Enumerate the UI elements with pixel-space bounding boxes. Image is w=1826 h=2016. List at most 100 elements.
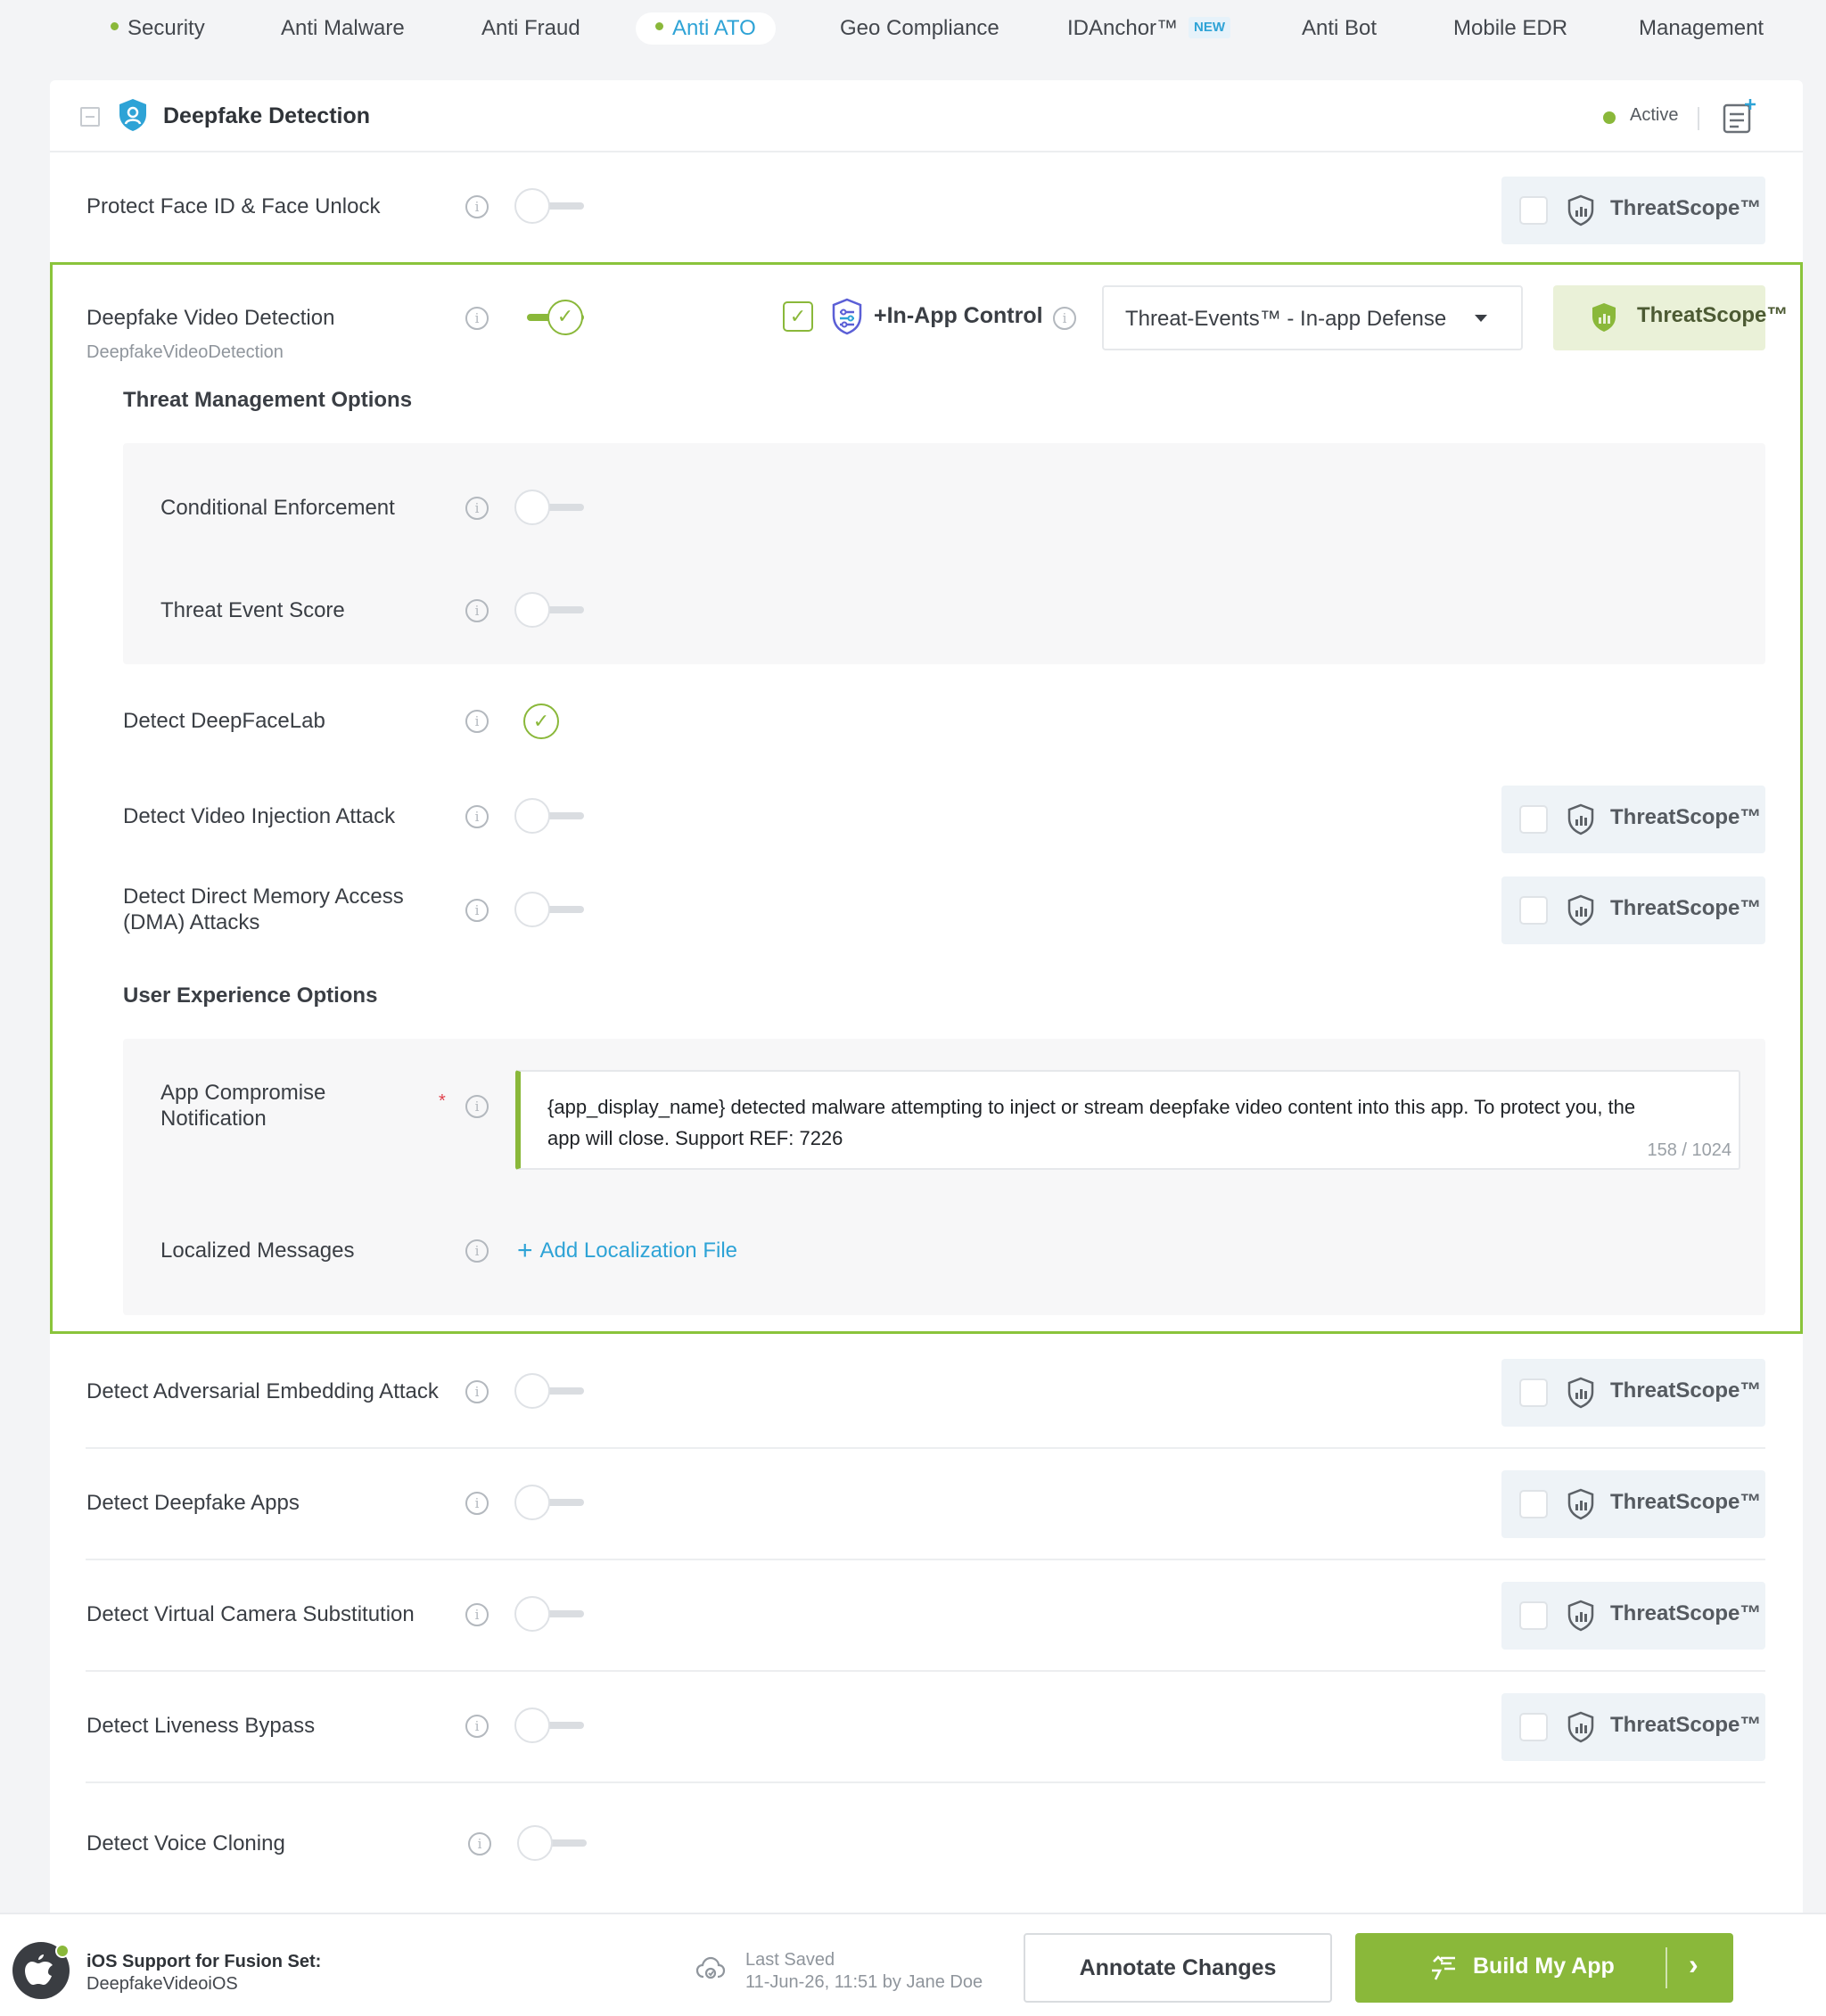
threatscope-shield-icon [1567,1711,1594,1743]
adversarial-label: Detect Adversarial Embedding Attack [86,1379,439,1403]
tab-mobile-edr[interactable]: Mobile EDR [1453,12,1567,45]
voice-cloning-toggle[interactable] [517,1825,587,1863]
info-icon[interactable]: i [465,1095,489,1118]
threatscope-checkbox[interactable] [1519,1490,1548,1518]
last-saved-value: 11-Jun-26, 11:51 by Jane Doe [745,1972,983,1992]
tab-management[interactable]: Management [1639,12,1764,45]
threatscope-label: ThreatScope™ [1610,896,1762,920]
chevron-right-icon[interactable]: › [1689,1948,1699,1981]
threatscope-checkbox[interactable] [1519,1713,1548,1741]
new-badge: NEW [1189,16,1231,38]
adversarial-toggle[interactable] [514,1373,584,1411]
info-icon[interactable]: i [468,1832,491,1856]
threatscope-video-detection[interactable]: ThreatScope™ [1553,285,1788,350]
threatscope-protect-face[interactable]: ThreatScope™ [1501,177,1765,244]
cloud-save-icon [695,1956,726,1979]
info-icon[interactable]: i [465,1380,489,1403]
add-note-icon[interactable] [1723,98,1756,136]
tab-anti-malware[interactable]: Anti Malware [281,12,405,45]
conditional-enforcement-label: Conditional Enforcement [160,496,395,520]
tab-anti-bot[interactable]: Anti Bot [1302,12,1377,45]
video-detection-toggle[interactable]: ✓ [514,300,584,337]
video-detection-label: Deepfake Video Detection [86,306,335,330]
row-divider [86,1781,1765,1783]
threatscope-video-injection[interactable]: ThreatScope™ [1501,786,1765,853]
info-icon[interactable]: i [465,710,489,733]
deepfake-apps-toggle[interactable] [514,1485,584,1522]
threatscope-checkbox[interactable] [1519,1378,1548,1407]
collapse-icon[interactable] [80,107,100,127]
protect-face-label: Protect Face ID & Face Unlock [86,194,381,218]
info-icon[interactable]: i [465,805,489,828]
info-icon[interactable]: i [465,307,489,330]
voice-cloning-label: Detect Voice Cloning [86,1831,285,1856]
dma-label: Detect Direct Memory Access [123,885,404,909]
tab-label: Anti Bot [1302,16,1378,40]
check-icon: ✓ [547,300,583,335]
threatscope-virtual-camera[interactable]: ThreatScope™ [1501,1582,1765,1650]
dma-toggle[interactable] [514,892,584,929]
threat-management-heading: Threat Management Options [123,388,413,412]
tab-anti-fraud[interactable]: Anti Fraud [481,12,580,45]
annotate-changes-button[interactable]: Annotate Changes [1024,1933,1332,2003]
info-icon[interactable]: i [465,195,489,218]
info-icon[interactable]: i [1053,307,1076,330]
tab-security[interactable]: Security [111,12,205,45]
tab-label: Anti Malware [281,16,405,40]
tab-label: Geo Compliance [840,16,999,40]
threatscope-label: ThreatScope™ [1637,303,1789,327]
tab-label: Anti ATO [672,16,756,40]
video-injection-toggle[interactable] [514,798,584,835]
notification-message-text: {app_display_name} detected malware atte… [547,1096,1636,1149]
liveness-bypass-label: Detect Liveness Bypass [86,1714,316,1738]
threatscope-adversarial[interactable]: ThreatScope™ [1501,1359,1765,1427]
user-experience-heading: User Experience Options [123,983,378,1008]
threatscope-shield-icon [1592,303,1616,332]
deepfacelab-check[interactable]: ✓ [523,704,559,739]
info-icon[interactable]: i [465,1239,489,1263]
notification-message-input[interactable]: {app_display_name} detected malware atte… [515,1070,1740,1170]
character-count: 158 / 1024 [1647,1140,1731,1160]
threatscope-deepfake-apps[interactable]: ThreatScope™ [1501,1470,1765,1538]
video-injection-label: Detect Video Injection Attack [123,804,396,828]
threat-events-select[interactable]: Threat-Events™ - In-app Defense [1102,285,1523,350]
info-icon[interactable]: i [465,1492,489,1515]
virtual-camera-label: Detect Virtual Camera Substitution [86,1602,415,1626]
threat-event-score-toggle[interactable] [514,592,584,629]
threatscope-label: ThreatScope™ [1610,1490,1762,1514]
protect-face-toggle[interactable] [514,188,584,226]
localized-messages-label: Localized Messages [160,1238,355,1263]
add-localization-text: Add Localization File [539,1238,737,1263]
tab-anti-ato[interactable]: Anti ATO [636,12,776,45]
liveness-bypass-toggle[interactable] [514,1707,584,1745]
active-status-dot [1603,111,1616,124]
info-icon[interactable]: i [465,1603,489,1626]
tab-idanchor[interactable]: IDAnchor™ NEW [1067,12,1231,45]
platform-status-dot [55,1944,70,1958]
platform-name: DeepfakeVideoiOS [86,1974,238,1994]
info-icon[interactable]: i [465,497,489,520]
threatscope-checkbox[interactable] [1519,196,1548,225]
info-icon[interactable]: i [465,1715,489,1738]
threatscope-checkbox[interactable] [1519,1601,1548,1630]
virtual-camera-toggle[interactable] [514,1596,584,1633]
build-my-app-button[interactable]: Build My App › [1355,1933,1733,2003]
row-divider [86,1559,1765,1560]
plus-icon: + [517,1236,533,1265]
threatscope-liveness-bypass[interactable]: ThreatScope™ [1501,1693,1765,1761]
info-icon[interactable]: i [465,899,489,922]
inapp-control-checkbox[interactable]: ✓ [783,301,813,332]
tab-geo-compliance[interactable]: Geo Compliance [840,12,999,45]
add-localization-link[interactable]: + Add Localization File [517,1234,737,1265]
threatscope-dma[interactable]: ThreatScope™ [1501,876,1765,944]
select-value: Threat-Events™ - In-app Defense [1125,307,1447,331]
conditional-enforcement-toggle[interactable] [514,490,584,527]
notification-label: App Compromise [160,1081,326,1105]
threatscope-checkbox[interactable] [1519,896,1548,925]
threatscope-checkbox[interactable] [1519,805,1548,834]
tab-label: IDAnchor™ [1067,16,1179,40]
info-icon[interactable]: i [465,599,489,622]
threatscope-shield-icon [1567,803,1594,835]
module-tabs: Security Anti Malware Anti Fraud Anti AT… [0,0,1826,57]
deepfake-shield-icon [119,99,146,131]
